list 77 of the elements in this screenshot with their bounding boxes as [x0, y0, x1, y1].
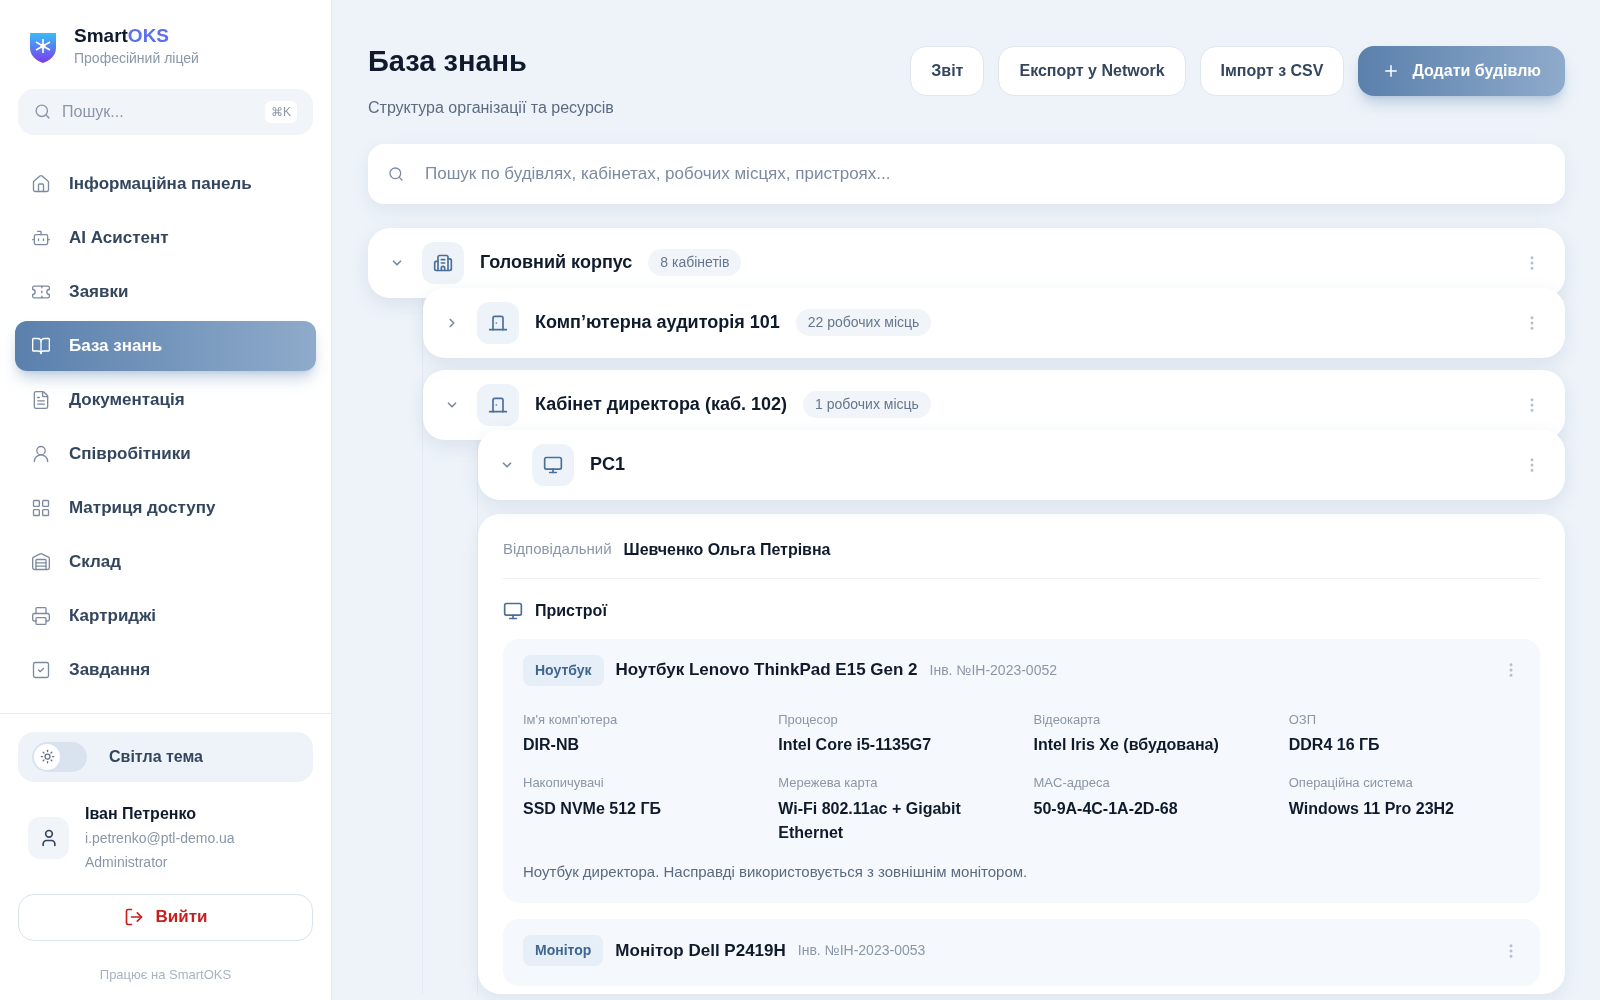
person-icon [31, 444, 51, 464]
brand-name: SmartOKS [74, 24, 171, 48]
nav-item[interactable]: Інформаційна панель [15, 159, 316, 209]
page-subtitle: Структура організації та ресурсів [368, 97, 614, 118]
toolbar-button[interactable]: Імпорт з CSV [1199, 46, 1345, 96]
spec-label: ОЗП [1288, 710, 1318, 729]
spec-value: Windows 11 Pro 23H2 [1288, 798, 1455, 819]
spec-value: DDR4 16 ГБ [1288, 735, 1381, 755]
page-title: База знань [368, 44, 528, 79]
device-note: Ноутбук директора. Насправді використовується з зовнішнім монітором. [523, 861, 1029, 882]
robot-icon [31, 228, 51, 248]
user-name: Іван Петренко [85, 803, 197, 824]
warehouse-icon [31, 552, 51, 572]
spec-label: Операційна система [1288, 774, 1414, 792]
search-icon [34, 103, 51, 120]
nav-item[interactable]: AI Асистент [15, 213, 316, 263]
count-badge: 8 кабінетів [648, 249, 742, 276]
toolbar-button[interactable]: Експорт у Network [998, 46, 1186, 96]
spec-value: SSD NVMe 512 ГБ [523, 798, 662, 819]
node-name: PC1 [590, 453, 625, 476]
grid-icon [31, 498, 51, 518]
spec-value: Wi-Fi 802.11ac + Gigabit Ethernet [778, 798, 962, 843]
theme-switch[interactable] [32, 741, 87, 772]
device-type-tag: Монітор [523, 935, 604, 966]
nav-item[interactable]: Документація [15, 375, 316, 425]
inventory-number: Інв. №ІН-2023-0053 [797, 941, 926, 960]
spec-value: 50-9A-4C-1A-2D-68 [1033, 798, 1179, 819]
tree-row[interactable]: PC1 [478, 429, 1565, 500]
logout-icon [123, 907, 144, 927]
node-name: Головний корпус [480, 251, 633, 274]
field-label: Відповідальний [503, 539, 612, 560]
node-name: Комп’ютерна аудиторія 101 [535, 311, 780, 334]
user-email: i.petrenko@ptl-demo.ua [85, 828, 235, 848]
field-value: Шевченко Ольга Петрівна [623, 539, 831, 560]
spec-label: Накопичувачі [523, 774, 605, 792]
count-badge: 1 робочих місць [803, 391, 931, 418]
monitor-icon [543, 454, 563, 475]
spec-value: Intel Iris Xe (вбудована) [1033, 735, 1220, 755]
section-title: Пристрої [535, 600, 607, 621]
sun-icon [39, 749, 55, 764]
device-type-tag: Ноутбук [523, 654, 604, 686]
spec-label: Мережева карта [778, 774, 879, 792]
logout-button[interactable]: Вийти [18, 893, 313, 941]
monitor-icon [503, 600, 523, 621]
spec-value: DIR-NB [523, 735, 580, 755]
spec-value: Intel Core i5-1135G7 [778, 735, 933, 755]
device-name: Ноутбук Lenovo ThinkPad E15 Gen 2 [615, 659, 918, 682]
nav-item[interactable]: Картриджі [15, 591, 316, 641]
nav-item[interactable]: Співробітники [15, 429, 316, 479]
spec-label: Відеокарта [1033, 710, 1102, 729]
document-icon [31, 390, 51, 410]
toolbar-button[interactable]: Звіт [910, 46, 985, 96]
footer-text: Працює на SmartOKS [98, 965, 233, 984]
spec-label: Ім'я комп'ютера [523, 710, 619, 729]
nav-item[interactable]: База знань [15, 321, 316, 371]
brand-subtitle: Професійний ліцей [74, 49, 199, 68]
theme-label: Світла тема [109, 746, 203, 767]
nav-item[interactable]: Матриця доступу [15, 483, 316, 533]
printer-icon [31, 606, 51, 626]
nav-item[interactable]: Склад [15, 537, 316, 587]
inventory-number: Інв. №ІН-2023-0052 [929, 660, 1058, 680]
tree-search-field[interactable]: Пошук по будівлях, кабінетах, робочих місцях, пристроях... [368, 143, 1565, 204]
checkbox-icon [31, 660, 51, 680]
user-role: Administrator [85, 852, 169, 872]
tree-row[interactable]: Комп’ютерна аудиторія 101 22 робочих місць [423, 287, 1565, 358]
spec-label: Процесор [778, 710, 839, 729]
book-icon [31, 336, 51, 356]
shortcut-key: ⌘K [265, 101, 297, 123]
device-name: Монітор Dell P2419H [615, 939, 786, 962]
spec-label: MAC-адреса [1033, 774, 1111, 792]
count-badge: 22 робочих місць [795, 309, 932, 336]
home-icon [31, 174, 51, 194]
node-name: Кабінет директора (каб. 102) [535, 393, 788, 416]
nav-item[interactable]: Завдання [15, 645, 316, 695]
building-icon [433, 252, 453, 273]
nav-item[interactable]: Заявки [15, 267, 316, 317]
search-icon [388, 165, 404, 182]
